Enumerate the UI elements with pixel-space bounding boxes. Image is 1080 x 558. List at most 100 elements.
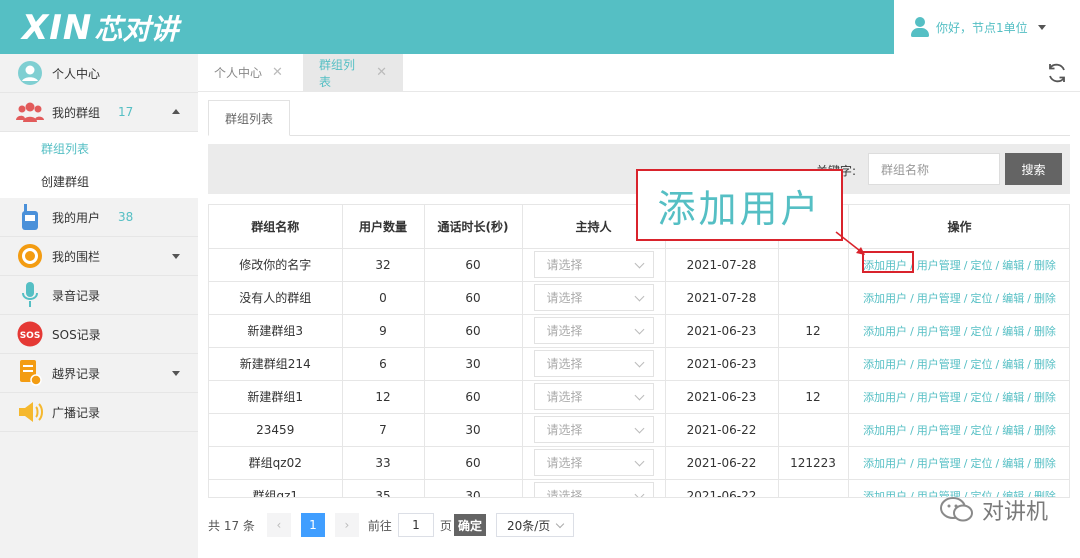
host-select[interactable]: 请选择 [533, 482, 654, 497]
edit-link[interactable]: 编辑 [1002, 457, 1024, 470]
host-cell: 请选择 [522, 446, 666, 480]
callout-text: 添加用户 [657, 186, 822, 231]
delete-link[interactable]: 删除 [1034, 259, 1056, 272]
duration-cell: 60 [424, 380, 523, 414]
user-manage-link[interactable]: 用户管理 [917, 292, 961, 305]
watermark: 对讲机 [939, 494, 1048, 526]
table-row: 23459 7 30 请选择 2021-06-22 添加用户 / 用户管理 / 定位 / 编辑 / 删除 [209, 413, 1069, 447]
extra-cell: 12 [778, 380, 849, 414]
sidebar-item-my-groups[interactable]: 我的群组 17 [0, 93, 198, 132]
user-count-badge: 38 [118, 210, 134, 224]
user-count-cell: 35 [342, 479, 425, 497]
ops-separator: / [995, 291, 1000, 305]
main-content: 群组列表 关键字: 群组名称 搜索 群组名称 用户数量 通话时长(秒) 主持人 … [198, 92, 1080, 558]
host-select[interactable]: 请选择 [533, 251, 654, 278]
add-user-link[interactable]: 添加用户 [863, 424, 907, 437]
confirm-button[interactable]: 确定 [453, 514, 486, 536]
fence-icon [16, 242, 44, 270]
extra-cell: 121223 [778, 446, 849, 480]
close-icon[interactable]: ✕ [376, 65, 387, 80]
locate-link[interactable]: 定位 [971, 457, 993, 470]
ops-separator: / [995, 423, 1000, 437]
user-manage-link[interactable]: 用户管理 [917, 259, 961, 272]
locate-link[interactable]: 定位 [971, 325, 993, 338]
add-user-link[interactable]: 添加用户 [863, 457, 907, 470]
prev-page-button[interactable]: ‹ [266, 513, 291, 537]
add-user-link[interactable]: 添加用户 [863, 391, 907, 404]
delete-link[interactable]: 删除 [1034, 325, 1056, 338]
user-manage-link[interactable]: 用户管理 [917, 457, 961, 470]
user-manage-link[interactable]: 用户管理 [917, 358, 961, 371]
host-cell: 请选择 [522, 347, 666, 381]
delete-link[interactable]: 删除 [1034, 358, 1056, 371]
add-user-link[interactable]: 添加用户 [863, 490, 907, 498]
search-button[interactable]: 搜索 [1005, 153, 1062, 185]
ops-separator: / [995, 324, 1000, 338]
add-user-link[interactable]: 添加用户 [863, 292, 907, 305]
sidebar-item-label: 我的围栏 [52, 249, 101, 264]
chevron-down-icon [172, 371, 180, 376]
user-manage-link[interactable]: 用户管理 [917, 424, 961, 437]
refresh-icon[interactable] [1046, 62, 1068, 84]
ops-separator: / [963, 324, 968, 338]
search-input[interactable]: 群组名称 [868, 153, 1000, 185]
edit-link[interactable]: 编辑 [1002, 259, 1024, 272]
next-page-button[interactable]: › [334, 513, 359, 537]
ops-separator: / [1027, 390, 1031, 404]
locate-link[interactable]: 定位 [971, 391, 993, 404]
locate-link[interactable]: 定位 [971, 259, 993, 272]
tab-group-list[interactable]: 群组列表 ✕ [303, 54, 403, 91]
ops-separator: / [1027, 423, 1031, 437]
host-select[interactable]: 请选择 [533, 317, 654, 344]
locate-link[interactable]: 定位 [971, 358, 993, 371]
column-header: 通话时长(秒) [424, 205, 523, 249]
page-size-select[interactable]: 20条/页 [495, 513, 574, 537]
user-manage-link[interactable]: 用户管理 [917, 391, 961, 404]
edit-link[interactable]: 编辑 [1002, 325, 1024, 338]
host-select[interactable]: 请选择 [533, 383, 654, 410]
operations-cell: 添加用户 / 用户管理 / 定位 / 编辑 / 删除 [848, 281, 1069, 315]
sidebar-item-boundary-records[interactable]: 越界记录 [0, 354, 198, 393]
locate-link[interactable]: 定位 [971, 424, 993, 437]
delete-link[interactable]: 删除 [1034, 424, 1056, 437]
host-cell: 请选择 [522, 380, 666, 414]
host-select-placeholder: 请选择 [546, 291, 583, 305]
user-menu[interactable]: 你好，节点1单位 [894, 0, 1080, 54]
page-number-current[interactable]: 1 [300, 513, 325, 537]
sidebar-subitem-group-list[interactable]: 群组列表 [0, 132, 198, 165]
pagination: 共 17 条 ‹ 1 › 前往 1 页 确定 20条/页 [208, 510, 574, 540]
sidebar-item-my-users[interactable]: 我的用户 38 [0, 198, 198, 237]
ops-separator: / [963, 357, 968, 371]
duration-cell: 60 [424, 281, 523, 315]
edit-link[interactable]: 编辑 [1002, 358, 1024, 371]
delete-link[interactable]: 删除 [1034, 457, 1056, 470]
delete-link[interactable]: 删除 [1034, 292, 1056, 305]
host-select[interactable]: 请选择 [533, 416, 654, 443]
add-user-link[interactable]: 添加用户 [863, 358, 907, 371]
host-select[interactable]: 请选择 [533, 350, 654, 377]
walkie-talkie-icon [16, 203, 44, 231]
locate-link[interactable]: 定位 [971, 292, 993, 305]
sidebar-subitem-create-group[interactable]: 创建群组 [0, 165, 198, 198]
delete-link[interactable]: 删除 [1034, 391, 1056, 404]
inner-tab-group-list[interactable]: 群组列表 [208, 100, 290, 136]
host-select[interactable]: 请选择 [533, 284, 654, 311]
host-select-placeholder: 请选择 [546, 423, 583, 437]
sidebar: 个人中心 我的群组 17 群组列表 创建群组 我的用户 38 我的围栏 录音记录… [0, 54, 198, 558]
group-name-cell: 23459 [209, 413, 343, 447]
duration-cell: 60 [424, 314, 523, 348]
edit-link[interactable]: 编辑 [1002, 391, 1024, 404]
edit-link[interactable]: 编辑 [1002, 292, 1024, 305]
tab-personal-center[interactable]: 个人中心 ✕ [198, 54, 303, 91]
sidebar-item-recordings[interactable]: 录音记录 [0, 276, 198, 315]
add-user-link[interactable]: 添加用户 [863, 325, 907, 338]
sidebar-item-personal-center[interactable]: 个人中心 [0, 54, 198, 93]
close-icon[interactable]: ✕ [272, 65, 283, 80]
user-manage-link[interactable]: 用户管理 [917, 325, 961, 338]
host-select[interactable]: 请选择 [533, 449, 654, 476]
goto-page-input[interactable]: 1 [397, 513, 434, 537]
sidebar-item-broadcast-records[interactable]: 广播记录 [0, 393, 198, 432]
edit-link[interactable]: 编辑 [1002, 424, 1024, 437]
sidebar-item-my-fences[interactable]: 我的围栏 [0, 237, 198, 276]
sidebar-item-sos-records[interactable]: SOS SOS记录 [0, 315, 198, 354]
